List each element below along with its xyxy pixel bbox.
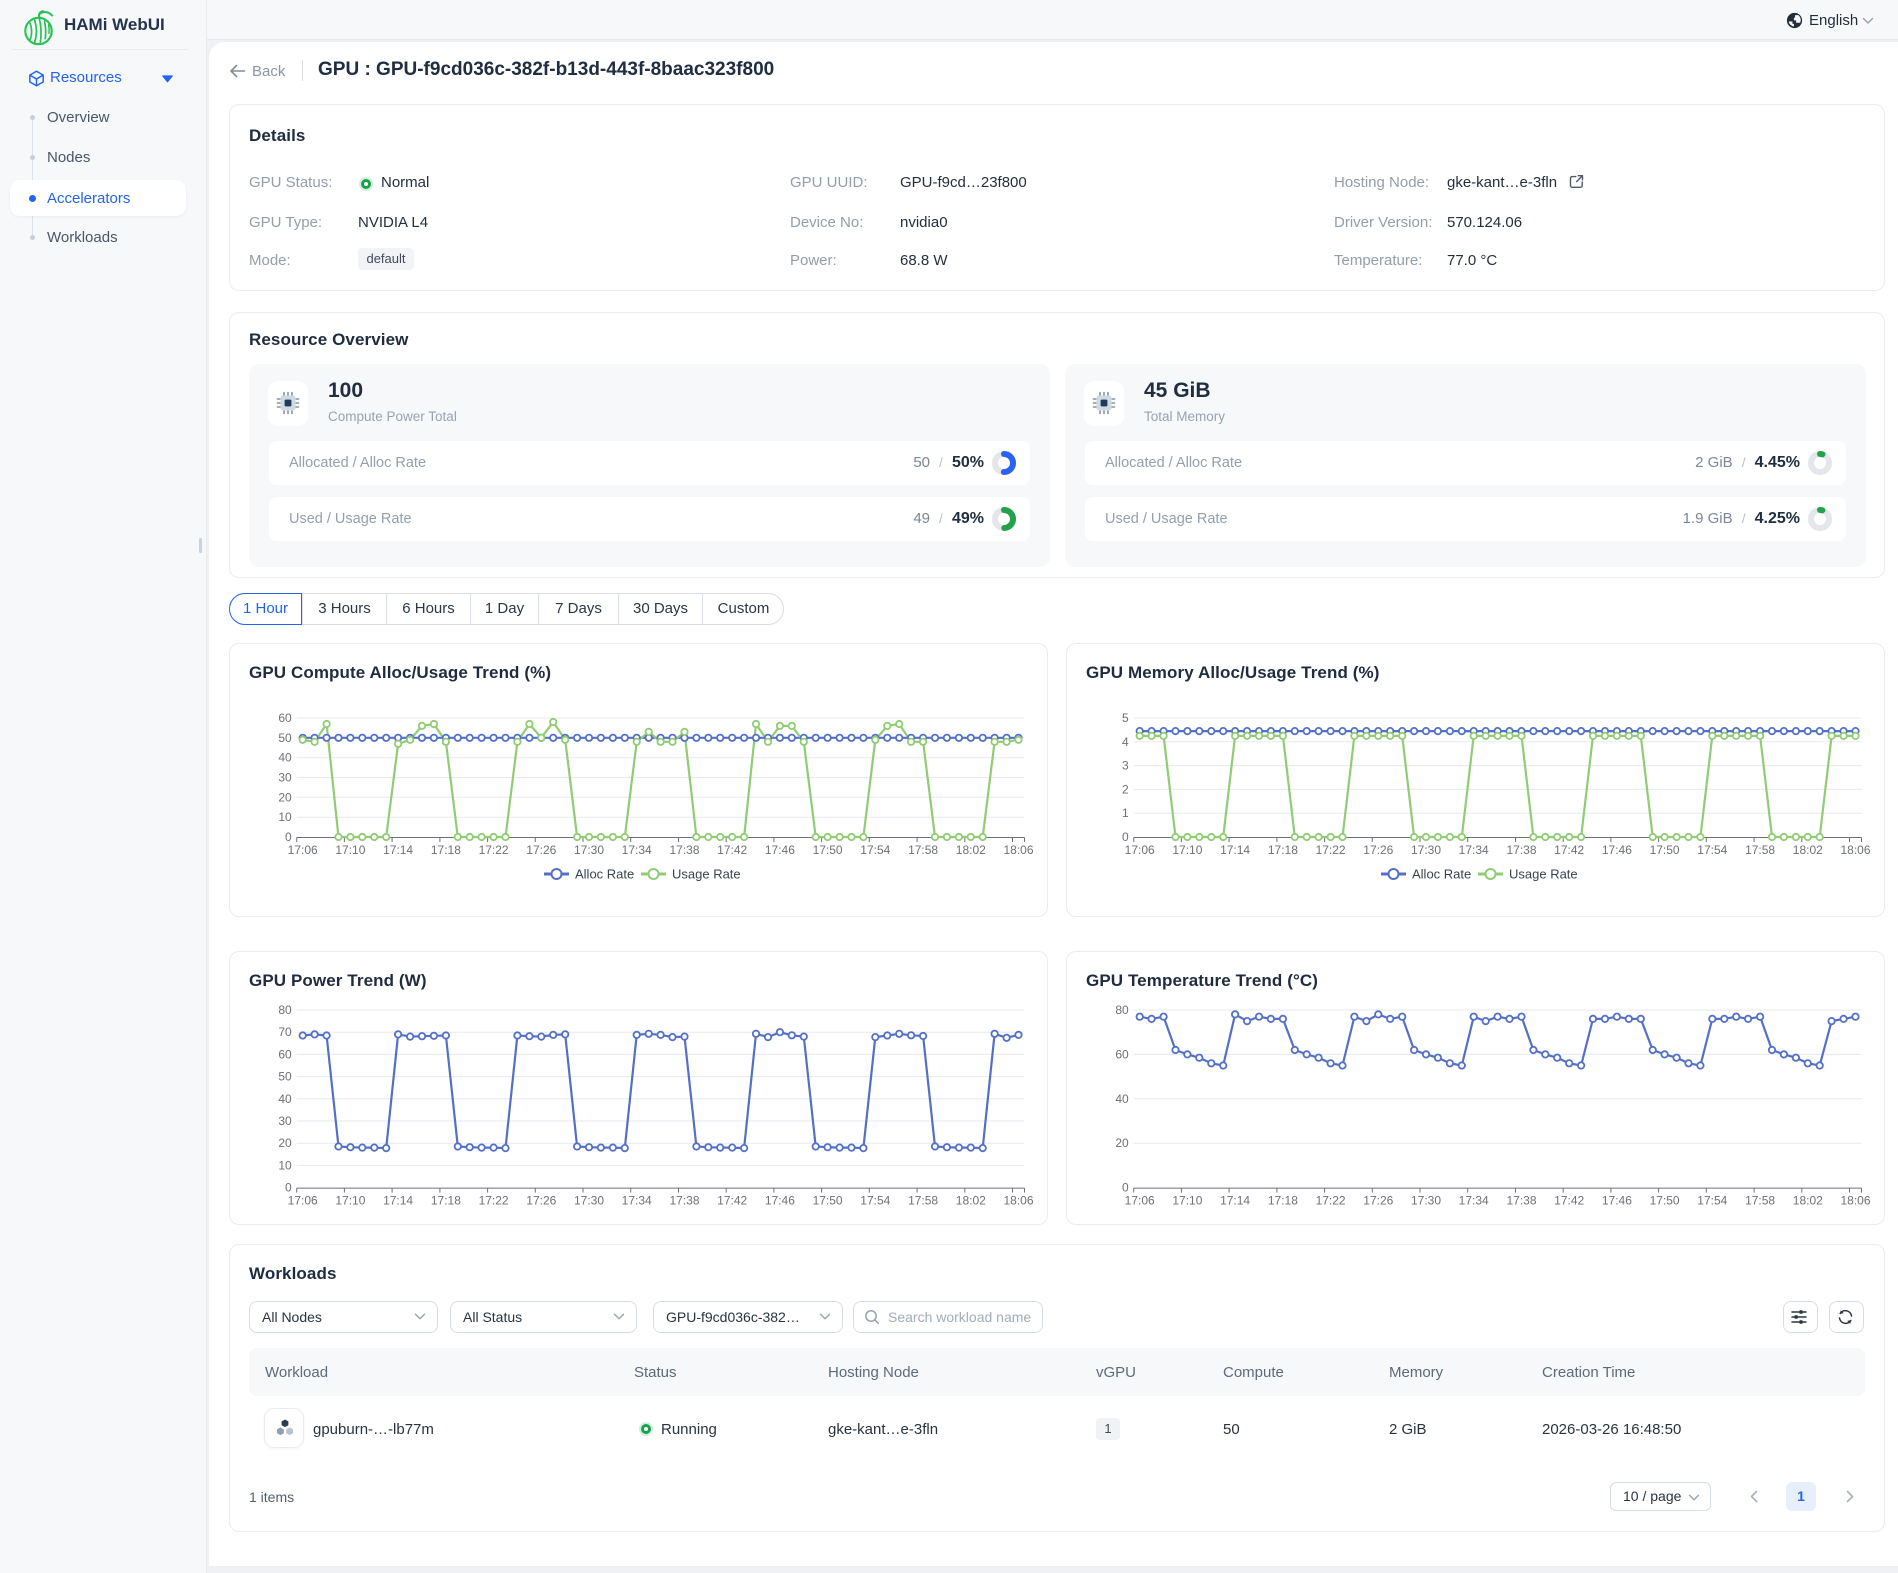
svg-text:17:18: 17:18 [1268, 1194, 1298, 1208]
svg-text:17:06: 17:06 [288, 843, 318, 857]
svg-text:0: 0 [1122, 1181, 1129, 1195]
svg-text:1: 1 [1122, 806, 1129, 820]
svg-text:3: 3 [1122, 759, 1129, 773]
svg-text:50: 50 [278, 1070, 292, 1084]
svg-text:20: 20 [278, 1136, 292, 1150]
svg-text:17:34: 17:34 [1459, 843, 1489, 857]
svg-text:17:46: 17:46 [765, 1194, 795, 1208]
svg-text:17:50: 17:50 [813, 1194, 843, 1208]
svg-text:17:18: 17:18 [431, 1194, 461, 1208]
svg-text:18:02: 18:02 [956, 843, 986, 857]
svg-text:17:38: 17:38 [1506, 1194, 1536, 1208]
svg-text:17:42: 17:42 [717, 843, 747, 857]
svg-text:Alloc Rate: Alloc Rate [575, 867, 634, 882]
svg-text:17:26: 17:26 [526, 1194, 556, 1208]
svg-text:17:26: 17:26 [1363, 843, 1393, 857]
svg-text:40: 40 [1115, 1092, 1129, 1106]
svg-text:17:18: 17:18 [1268, 843, 1298, 857]
svg-text:17:10: 17:10 [335, 843, 365, 857]
svg-text:17:06: 17:06 [288, 1194, 318, 1208]
svg-text:17:30: 17:30 [1411, 1194, 1441, 1208]
svg-text:17:22: 17:22 [1316, 1194, 1346, 1208]
svg-text:17:22: 17:22 [479, 843, 509, 857]
svg-text:17:58: 17:58 [908, 1194, 938, 1208]
svg-text:17:50: 17:50 [813, 843, 843, 857]
svg-text:17:54: 17:54 [860, 843, 890, 857]
svg-text:18:06: 18:06 [1840, 843, 1870, 857]
svg-text:18:06: 18:06 [1840, 1194, 1870, 1208]
svg-text:17:06: 17:06 [1125, 1194, 1155, 1208]
svg-text:60: 60 [278, 1047, 292, 1061]
svg-text:Alloc Rate: Alloc Rate [1412, 867, 1471, 882]
svg-text:17:42: 17:42 [1554, 1194, 1584, 1208]
svg-text:60: 60 [1115, 1047, 1129, 1061]
svg-text:17:38: 17:38 [669, 843, 699, 857]
svg-text:17:38: 17:38 [669, 1194, 699, 1208]
svg-text:50: 50 [278, 731, 292, 745]
svg-text:0: 0 [285, 830, 292, 844]
svg-text:17:14: 17:14 [1220, 1194, 1250, 1208]
svg-text:17:10: 17:10 [1172, 843, 1202, 857]
svg-text:17:42: 17:42 [1554, 843, 1584, 857]
svg-text:17:14: 17:14 [383, 1194, 413, 1208]
svg-text:17:10: 17:10 [335, 1194, 365, 1208]
svg-text:80: 80 [1115, 1003, 1129, 1017]
svg-text:17:14: 17:14 [1220, 843, 1250, 857]
svg-text:4: 4 [1122, 735, 1129, 749]
svg-text:30: 30 [278, 1114, 292, 1128]
svg-text:18:02: 18:02 [1793, 843, 1823, 857]
svg-text:17:26: 17:26 [526, 843, 556, 857]
svg-text:40: 40 [278, 751, 292, 765]
svg-text:17:10: 17:10 [1172, 1194, 1202, 1208]
svg-text:17:22: 17:22 [479, 1194, 509, 1208]
svg-text:18:02: 18:02 [1793, 1194, 1823, 1208]
svg-text:30: 30 [278, 771, 292, 785]
svg-text:17:06: 17:06 [1125, 843, 1155, 857]
svg-text:17:58: 17:58 [1745, 843, 1775, 857]
svg-text:20: 20 [1115, 1136, 1129, 1150]
svg-text:Usage Rate: Usage Rate [1509, 867, 1578, 882]
svg-text:17:30: 17:30 [574, 843, 604, 857]
svg-text:17:46: 17:46 [1602, 843, 1632, 857]
svg-text:17:18: 17:18 [431, 843, 461, 857]
svg-text:18:02: 18:02 [956, 1194, 986, 1208]
svg-text:0: 0 [285, 1181, 292, 1195]
svg-text:17:50: 17:50 [1650, 843, 1680, 857]
svg-text:17:58: 17:58 [908, 843, 938, 857]
svg-text:Usage Rate: Usage Rate [672, 867, 741, 882]
svg-text:60: 60 [278, 711, 292, 725]
svg-text:17:46: 17:46 [1602, 1194, 1632, 1208]
svg-text:17:30: 17:30 [1411, 843, 1441, 857]
svg-text:17:34: 17:34 [622, 843, 652, 857]
svg-text:10: 10 [278, 810, 292, 824]
svg-text:10: 10 [278, 1158, 292, 1172]
svg-text:17:54: 17:54 [1697, 843, 1727, 857]
svg-text:5: 5 [1122, 711, 1129, 725]
svg-text:17:26: 17:26 [1363, 1194, 1393, 1208]
svg-text:17:30: 17:30 [574, 1194, 604, 1208]
svg-text:18:06: 18:06 [1003, 843, 1033, 857]
svg-text:17:54: 17:54 [860, 1194, 890, 1208]
svg-text:17:14: 17:14 [383, 843, 413, 857]
svg-text:2: 2 [1122, 782, 1129, 796]
svg-text:17:54: 17:54 [1697, 1194, 1727, 1208]
svg-text:18:06: 18:06 [1003, 1194, 1033, 1208]
svg-text:20: 20 [278, 790, 292, 804]
svg-text:17:46: 17:46 [765, 843, 795, 857]
svg-text:0: 0 [1122, 830, 1129, 844]
svg-text:70: 70 [278, 1025, 292, 1039]
svg-text:17:50: 17:50 [1650, 1194, 1680, 1208]
svg-text:17:22: 17:22 [1316, 843, 1346, 857]
svg-text:17:34: 17:34 [1459, 1194, 1489, 1208]
svg-text:17:42: 17:42 [717, 1194, 747, 1208]
svg-text:80: 80 [278, 1003, 292, 1017]
svg-text:17:38: 17:38 [1506, 843, 1536, 857]
svg-text:40: 40 [278, 1092, 292, 1106]
svg-text:17:34: 17:34 [622, 1194, 652, 1208]
svg-text:17:58: 17:58 [1745, 1194, 1775, 1208]
